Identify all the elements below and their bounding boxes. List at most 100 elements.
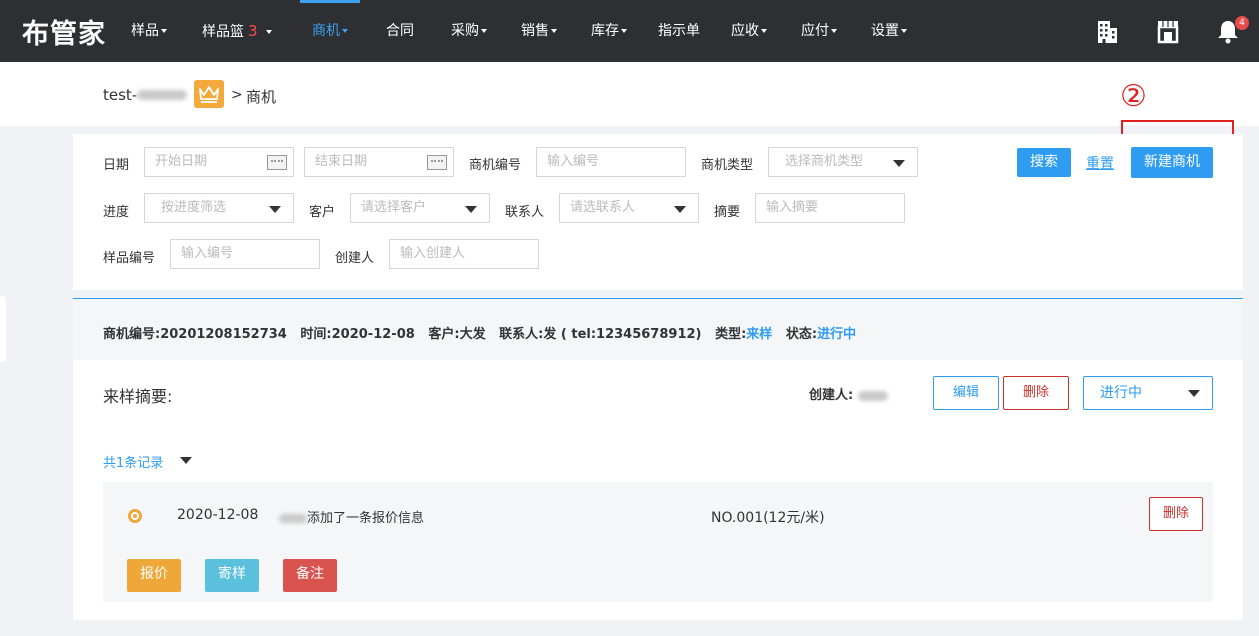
chevron-down-icon: [161, 29, 167, 33]
progress-select[interactable]: 按进度筛选: [144, 193, 294, 223]
sample-no-input[interactable]: 输入编号: [170, 239, 320, 269]
card-header: 商机编号:20201208152734 时间:2020-12-08 客户:大发 …: [73, 299, 1243, 360]
nav-label: 库存: [591, 23, 619, 39]
redacted-name: [857, 390, 888, 401]
record-count-link[interactable]: 共1条记录: [103, 452, 163, 471]
timeline-dot-icon: [128, 509, 142, 523]
notification-badge: 4: [1235, 16, 1249, 30]
nav-item-contracts[interactable]: 合同: [386, 0, 414, 62]
opportunity-no-input[interactable]: 输入编号: [536, 147, 686, 177]
customer-select[interactable]: 请选择客户: [350, 193, 490, 223]
time-label: 时间:: [300, 327, 332, 342]
nav-label: 样品: [131, 23, 159, 39]
nav-item-sample-basket[interactable]: 样品篮 3: [202, 0, 272, 62]
creator-label: 创建人: [335, 251, 375, 266]
nav-item-sales[interactable]: 销售: [521, 0, 557, 62]
edit-button[interactable]: 编辑: [933, 376, 999, 410]
nav-label: 样品篮: [202, 24, 244, 40]
date-label: 日期: [103, 158, 130, 173]
side-drawer-handle[interactable]: [0, 296, 6, 362]
nav-item-settings[interactable]: 设置: [871, 0, 907, 62]
record-meta: 商机编号:20201208152734 时间:2020-12-08 客户:大发 …: [103, 323, 856, 342]
placeholder: 输入创建人: [400, 246, 466, 261]
building-icon[interactable]: [1093, 17, 1121, 45]
chevron-down-icon: [831, 29, 837, 33]
nav-item-instructions[interactable]: 指示单: [658, 0, 700, 62]
nav-item-receivables[interactable]: 应收: [731, 0, 767, 62]
reset-link[interactable]: 重置: [1086, 153, 1114, 173]
entry-delete-button[interactable]: 删除: [1149, 497, 1203, 531]
placeholder: 请选择客户: [361, 200, 427, 215]
nav-item-purchase[interactable]: 采购: [451, 0, 487, 62]
start-date-input[interactable]: 开始日期: [144, 147, 294, 177]
opportunity-card: 商机编号:20201208152734 时间:2020-12-08 客户:大发 …: [73, 298, 1243, 620]
chevron-down-icon: [265, 30, 272, 34]
nav-label: 采购: [451, 23, 479, 39]
redacted-name: [279, 514, 307, 523]
new-opportunity-button[interactable]: 新建商机: [1131, 147, 1213, 178]
entry-date: 2020-12-08: [177, 507, 259, 523]
nav-label: 应收: [731, 23, 759, 39]
nav-label: 销售: [521, 23, 549, 39]
contact-value: 发 ( tel:12345678912): [543, 327, 702, 342]
nav-label: 合同: [386, 23, 414, 39]
nav-item-samples[interactable]: 样品: [131, 0, 167, 62]
nav-label: 指示单: [658, 23, 700, 39]
nav-label: 应付: [801, 23, 829, 39]
breadcrumb-separator: >: [231, 87, 243, 103]
chevron-down-icon: [674, 206, 686, 213]
nav-item-payables[interactable]: 应付: [801, 0, 837, 62]
opportunity-no-label: 商机编号: [469, 158, 522, 173]
placeholder: 输入摘要: [766, 200, 819, 215]
timeline-entry: 2020-12-08 添加了一条报价信息 NO.001(12元/米) 删除 报价…: [103, 482, 1213, 602]
calendar-icon[interactable]: [267, 155, 287, 170]
top-nav: 布管家 样品 样品篮 3 商机 合同 采购 销售 库存 指示单 应收 应付 设置 …: [0, 0, 1259, 62]
creator-input[interactable]: 输入创建人: [389, 239, 539, 269]
app-logo[interactable]: 布管家: [22, 12, 106, 51]
chevron-down-icon[interactable]: [180, 457, 192, 464]
store-icon[interactable]: [1154, 17, 1182, 45]
send-sample-button[interactable]: 寄样: [205, 559, 259, 592]
crown-icon: [194, 80, 224, 108]
placeholder: 输入编号: [181, 246, 234, 261]
type-value: 来样: [746, 327, 773, 342]
note-button[interactable]: 备注: [283, 559, 337, 592]
chevron-down-icon: [761, 29, 767, 33]
status-value: 进行中: [817, 327, 857, 342]
placeholder: 请选联系人: [570, 200, 636, 215]
contact-select[interactable]: 请选联系人: [559, 193, 699, 223]
breadcrumb-user[interactable]: test-: [103, 86, 188, 104]
quote-button[interactable]: 报价: [127, 559, 181, 592]
breadcrumb-current: 商机: [246, 88, 277, 106]
creator-info: 创建人:: [809, 384, 888, 403]
search-button[interactable]: 搜索: [1017, 148, 1071, 177]
redacted-name: [137, 90, 188, 100]
chevron-down-icon: [1188, 390, 1200, 397]
nav-item-inventory[interactable]: 库存: [591, 0, 627, 62]
filter-panel: 日期 开始日期 结束日期 商机编号 输入编号 商机类型 选择商机类型 搜索 重置…: [73, 134, 1243, 290]
customer-label: 客户:: [428, 327, 460, 342]
summary-input[interactable]: 输入摘要: [755, 193, 905, 223]
calendar-icon[interactable]: [427, 155, 447, 170]
chevron-down-icon: [901, 29, 907, 33]
creator-label: 创建人:: [809, 388, 854, 403]
customer-label: 客户: [309, 205, 336, 220]
delete-button[interactable]: 删除: [1003, 376, 1069, 410]
opportunity-type-select[interactable]: 选择商机类型: [768, 147, 918, 177]
chevron-down-icon: [621, 29, 627, 33]
placeholder: 结束日期: [315, 154, 368, 169]
placeholder: 输入编号: [547, 154, 600, 169]
chevron-down-icon: [551, 29, 557, 33]
nav-item-opportunities[interactable]: 商机: [300, 0, 360, 62]
user-name: test-: [103, 86, 138, 104]
breadcrumb: test- > 商机: [0, 62, 1259, 126]
chevron-down-icon: [893, 160, 905, 167]
nav-label: 设置: [871, 23, 899, 39]
end-date-input[interactable]: 结束日期: [304, 147, 454, 177]
no-value: 20201208152734: [160, 327, 287, 342]
status-select[interactable]: 进行中: [1083, 376, 1213, 410]
progress-label: 进度: [103, 205, 130, 220]
no-label: 商机编号:: [103, 327, 161, 342]
step-marker: ②: [1120, 79, 1147, 114]
contact-label: 联系人:: [499, 327, 544, 342]
